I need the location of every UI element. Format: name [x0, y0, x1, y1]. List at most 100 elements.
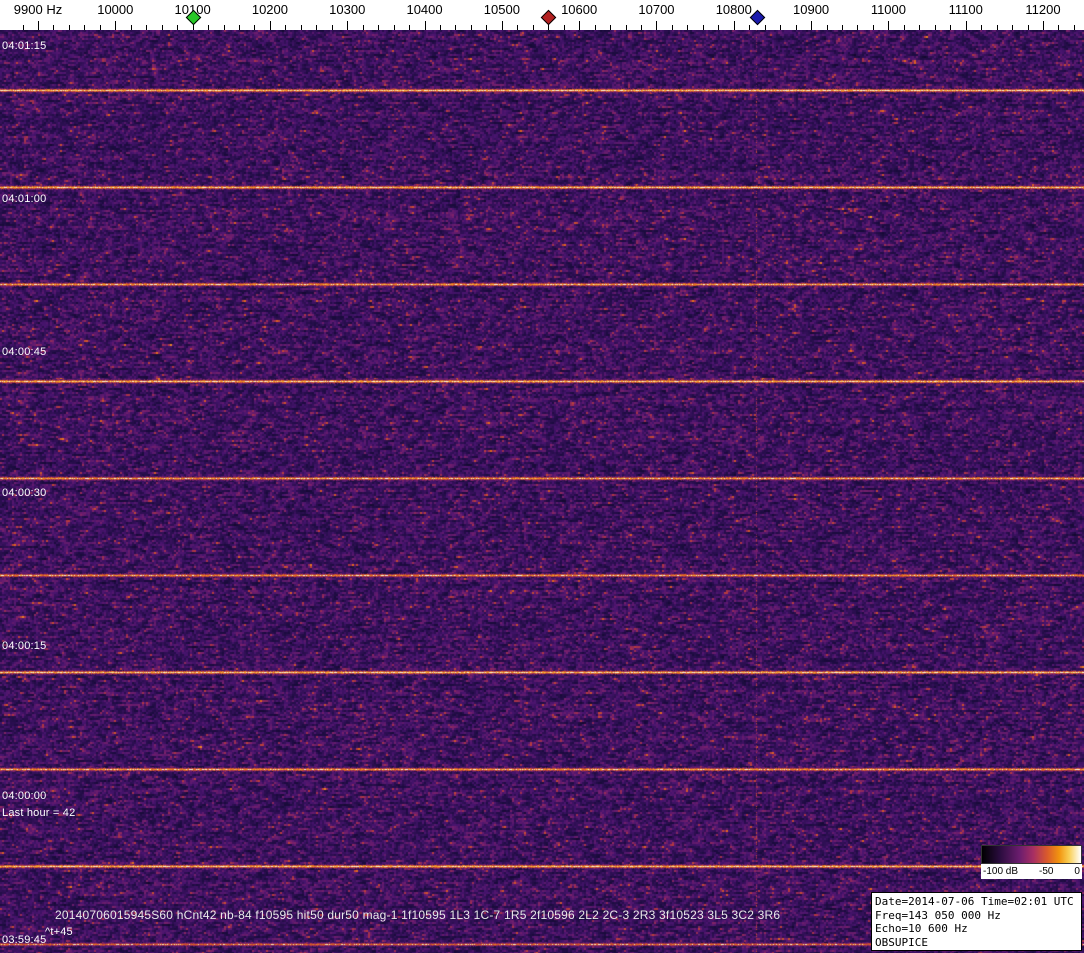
freq-tick	[269, 21, 271, 30]
freq-tick	[610, 25, 612, 30]
spectrogram-canvas[interactable]	[0, 30, 1084, 953]
info-line-freq: Freq=143 050 000 Hz	[875, 908, 1001, 922]
freq-tick	[1027, 25, 1029, 30]
colorbar-labels: -100 dB -50 0	[981, 864, 1082, 879]
freq-tick	[981, 25, 983, 30]
freq-tick	[625, 25, 627, 30]
freq-tick	[718, 25, 720, 30]
freq-tick	[22, 25, 24, 30]
time-label: 04:00:15	[2, 640, 47, 652]
freq-tick	[671, 25, 673, 30]
freq-tick	[486, 25, 488, 30]
freq-tick	[146, 25, 148, 30]
freq-tick	[208, 25, 210, 30]
freq-tick	[811, 21, 813, 30]
freq-tick	[115, 21, 117, 30]
freq-label: 9900 Hz	[13, 2, 63, 17]
freq-tick	[38, 21, 39, 30]
freq-label: 10300	[329, 2, 366, 17]
freq-tick	[1012, 25, 1014, 30]
cursor-note-label: ^t+45	[45, 926, 73, 938]
info-line-date: Date=2014-07-06 Time=02:01 UTC	[875, 895, 1074, 908]
info-line-echo: Echo=10 600 Hz	[875, 922, 968, 935]
time-label: 04:00:00	[2, 790, 47, 802]
db-colorbar: -100 dB -50 0	[981, 845, 1082, 879]
freq-tick	[733, 21, 735, 30]
freq-tick	[393, 25, 395, 30]
freq-tick	[440, 25, 441, 30]
frequency-ruler[interactable]: 9900 Hz100001010010200103001040010500106…	[0, 0, 1084, 30]
freq-tick	[285, 25, 287, 30]
freq-tick	[950, 25, 952, 30]
freq-tick	[362, 25, 364, 30]
freq-tick	[842, 25, 844, 30]
time-label: 03:59:45	[2, 934, 47, 946]
freq-tick	[254, 25, 256, 30]
freq-tick	[532, 25, 534, 30]
freq-tick	[965, 21, 967, 30]
freq-tick	[888, 21, 890, 30]
freq-tick	[826, 25, 828, 30]
freq-tick	[934, 25, 936, 30]
freq-tick	[579, 21, 581, 30]
freq-label: 11000	[870, 2, 906, 17]
freq-tick	[300, 25, 302, 30]
freq-tick	[53, 25, 55, 30]
freq-tick	[84, 25, 86, 30]
station-info-box: Date=2014-07-06 Time=02:01 UTC Freq=143 …	[871, 892, 1082, 951]
freq-tick	[656, 21, 658, 30]
freq-tick	[872, 25, 874, 30]
blue-marker-diamond-icon[interactable]	[749, 9, 766, 26]
freq-label: 10500	[483, 2, 520, 17]
freq-tick	[702, 25, 704, 30]
freq-tick	[378, 25, 380, 30]
colorbar-gradient	[981, 845, 1082, 864]
freq-tick	[99, 25, 101, 30]
freq-tick	[331, 25, 333, 30]
freq-label: 10800	[715, 2, 752, 17]
time-label: 04:00:45	[2, 346, 47, 358]
event-annotation: 20140706015945S60 hCnt42 nb-84 f10595 hi…	[55, 908, 781, 922]
colorbar-label-min: -100 dB	[983, 866, 1019, 877]
last-hour-counter: Last hour = 42	[2, 807, 76, 819]
freq-tick	[316, 25, 318, 30]
freq-tick	[764, 25, 766, 30]
freq-label: 11100	[948, 2, 983, 17]
freq-label: 10400	[406, 2, 443, 17]
time-label: 04:01:00	[2, 193, 47, 205]
freq-tick	[1043, 21, 1045, 30]
freq-tick	[68, 25, 70, 30]
freq-tick	[749, 25, 751, 30]
colorbar-label-mid: -50	[1039, 866, 1054, 877]
red-marker-diamond-icon[interactable]	[540, 9, 557, 26]
freq-tick	[903, 25, 905, 30]
freq-tick	[1073, 25, 1075, 30]
time-label: 04:01:15	[2, 40, 47, 52]
freq-tick	[177, 25, 179, 30]
info-line-station: OBSUPICE	[875, 935, 928, 949]
freq-label: 11200	[1025, 2, 1061, 17]
freq-tick	[594, 25, 596, 30]
freq-tick	[455, 25, 457, 30]
freq-tick	[517, 25, 519, 30]
freq-tick	[501, 21, 503, 30]
freq-tick	[424, 21, 426, 30]
freq-tick	[641, 25, 643, 30]
freq-tick	[857, 25, 859, 30]
freq-tick	[223, 25, 225, 30]
freq-tick	[548, 25, 550, 30]
freq-label: 10600	[561, 2, 598, 17]
freq-tick	[563, 25, 565, 30]
freq-label: 10900	[793, 2, 830, 17]
freq-tick	[780, 25, 782, 30]
freq-tick	[470, 25, 472, 30]
freq-tick	[996, 25, 998, 30]
freq-tick	[795, 25, 797, 30]
freq-label: 10200	[251, 2, 288, 17]
freq-tick	[1058, 25, 1060, 30]
freq-tick	[130, 25, 132, 30]
colorbar-label-max: 0	[1074, 866, 1080, 877]
freq-tick	[919, 25, 921, 30]
freq-tick	[161, 25, 163, 30]
freq-tick	[239, 25, 240, 30]
